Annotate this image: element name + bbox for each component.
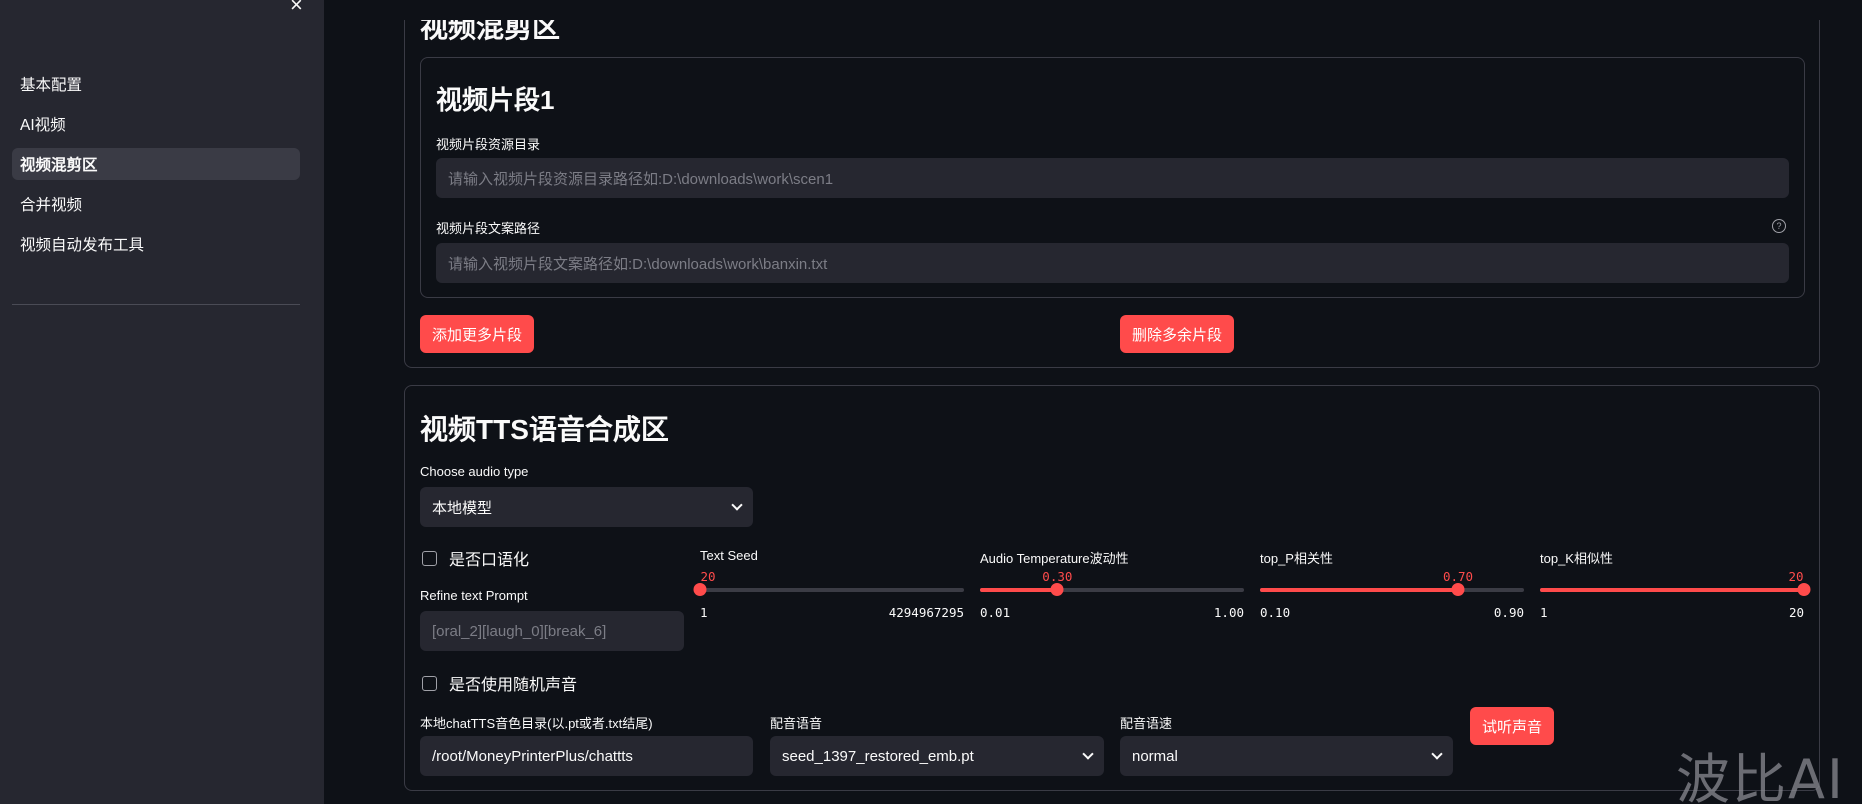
voice-dir-label: 本地chatTTS音色目录(以.pt或者.txt结尾) [420, 716, 653, 731]
sidebar-item-label: AI视频 [20, 117, 66, 134]
chevron-down-icon [1431, 747, 1443, 760]
voice-select[interactable]: seed_1397_restored_emb.pt [770, 736, 1104, 776]
slider-track[interactable] [693, 583, 964, 596]
refine-prompt-label: Refine text Prompt [420, 588, 528, 603]
sidebar-item-ai-video[interactable]: AI视频 [12, 108, 300, 140]
sidebar-item-video-mix[interactable]: 视频混剪区 [12, 148, 300, 180]
segment-copy-input[interactable]: 请输入视频片段文案路径如:D:\downloads\work\banxin.tx… [436, 243, 1789, 283]
slider-thumb[interactable] [1451, 583, 1465, 596]
top-k-slider[interactable]: top_K相似性 20 1 20 [1540, 548, 1811, 628]
segment-title: 视频片段1 [436, 85, 555, 115]
slider-label: top_P相关性 [1260, 551, 1333, 566]
slider-label: top_K相似性 [1540, 551, 1613, 566]
segment-dir-label: 视频片段资源目录 [436, 137, 541, 152]
segment-dir-input[interactable]: 请输入视频片段资源目录路径如:D:\downloads\work\scen1 [436, 158, 1789, 198]
slider-value: 20 [1788, 569, 1804, 584]
chevron-down-icon [1082, 747, 1094, 760]
slider-label: Text Seed [700, 548, 758, 563]
sidebar-item-label: 视频自动发布工具 [20, 237, 145, 254]
slider-thumb[interactable] [693, 583, 707, 596]
slider-fill [1540, 588, 1804, 592]
slider-max: 1.00 [1213, 605, 1244, 620]
chevron-down-icon [731, 498, 743, 511]
slider-thumb[interactable] [1797, 583, 1811, 596]
sidebar-item-label: 视频混剪区 [20, 157, 98, 174]
sidebar-item-basic-config[interactable]: 基本配置 [12, 68, 300, 100]
sidebar-item-label: 合并视频 [20, 197, 83, 214]
slider-min: 0.10 [1260, 605, 1291, 620]
audio-temperature-slider[interactable]: Audio Temperature波动性 0.30 0.01 1.00 [980, 548, 1244, 628]
watermark: 波比AI [1676, 748, 1845, 804]
help-icon[interactable]: ? [1772, 219, 1786, 233]
refine-prompt-placeholder: [oral_2][laugh_0][break_6] [432, 622, 607, 640]
close-icon[interactable]: × [290, 0, 303, 16]
slider-max: 4294967295 [888, 605, 964, 620]
top-header-bar [324, 0, 1862, 20]
segment-copy-placeholder: 请输入视频片段文案路径如:D:\downloads\work\banxin.tx… [448, 255, 828, 273]
listen-voice-button[interactable]: 试听声音 [1470, 707, 1555, 745]
slider-max: 0.90 [1493, 605, 1524, 620]
slider-value: 0.30 [1042, 569, 1073, 584]
voice-label: 配音语音 [770, 716, 823, 731]
slider-track[interactable] [1540, 583, 1811, 596]
slider-value: 0.70 [1442, 569, 1474, 584]
oral-checkbox[interactable]: 是否口语化 [422, 546, 529, 570]
slider-min: 1 [700, 605, 708, 620]
add-segment-button[interactable]: 添加更多片段 [420, 315, 535, 353]
random-voice-checkbox-label: 是否使用随机声音 [449, 677, 578, 694]
refine-prompt-input[interactable]: [oral_2][laugh_0][break_6] [420, 611, 684, 651]
oral-checkbox-label: 是否口语化 [449, 552, 530, 569]
slider-track[interactable] [1260, 583, 1524, 596]
slider-thumb[interactable] [1050, 583, 1064, 596]
checkbox-box[interactable] [422, 550, 437, 566]
sidebar-item-merge-video[interactable]: 合并视频 [12, 188, 300, 220]
top-p-slider[interactable]: top_P相关性 0.70 0.10 0.90 [1260, 548, 1524, 628]
sidebar-nav: 基本配置 AI视频 视频混剪区 合并视频 视频自动发布工具 [12, 68, 300, 268]
random-voice-checkbox[interactable]: 是否使用随机声音 [422, 671, 577, 695]
sidebar: × 基本配置 AI视频 视频混剪区 合并视频 视频自动发布工具 [0, 0, 324, 804]
slider-fill [1260, 588, 1458, 592]
slider-label: Audio Temperature波动性 [980, 551, 1129, 566]
sidebar-item-auto-publish[interactable]: 视频自动发布工具 [12, 228, 300, 260]
slider-value: 20 [700, 569, 716, 584]
slider-min: 1 [1540, 605, 1548, 620]
speed-value: normal [1132, 747, 1178, 765]
audio-type-label: Choose audio type [420, 464, 529, 479]
voice-value: seed_1397_restored_emb.pt [782, 747, 974, 765]
sidebar-item-label: 基本配置 [20, 77, 83, 94]
voice-dir-value: /root/MoneyPrinterPlus/chattts [432, 747, 633, 765]
slider-fill [980, 588, 1058, 592]
checkbox-box[interactable] [422, 675, 437, 691]
segment-dir-placeholder: 请输入视频片段资源目录路径如:D:\downloads\work\scen1 [448, 170, 834, 188]
speed-select[interactable]: normal [1120, 736, 1453, 776]
speed-label: 配音语速 [1120, 716, 1173, 731]
slider-track[interactable] [980, 583, 1244, 596]
sidebar-divider [12, 304, 300, 305]
delete-segment-button[interactable]: 删除多余片段 [1120, 315, 1235, 353]
segment-copy-label: 视频片段文案路径 [436, 221, 541, 236]
audio-type-value: 本地模型 [432, 499, 493, 517]
slider-max: 20 [1788, 605, 1804, 620]
voice-dir-input[interactable]: /root/MoneyPrinterPlus/chattts [420, 736, 753, 776]
text-seed-slider[interactable]: Text Seed 20 1 4294967295 [693, 548, 964, 628]
slider-min: 0.01 [980, 605, 1011, 620]
tts-title: 视频TTS语音合成区 [420, 414, 669, 445]
audio-type-select[interactable]: 本地模型 [420, 487, 753, 527]
